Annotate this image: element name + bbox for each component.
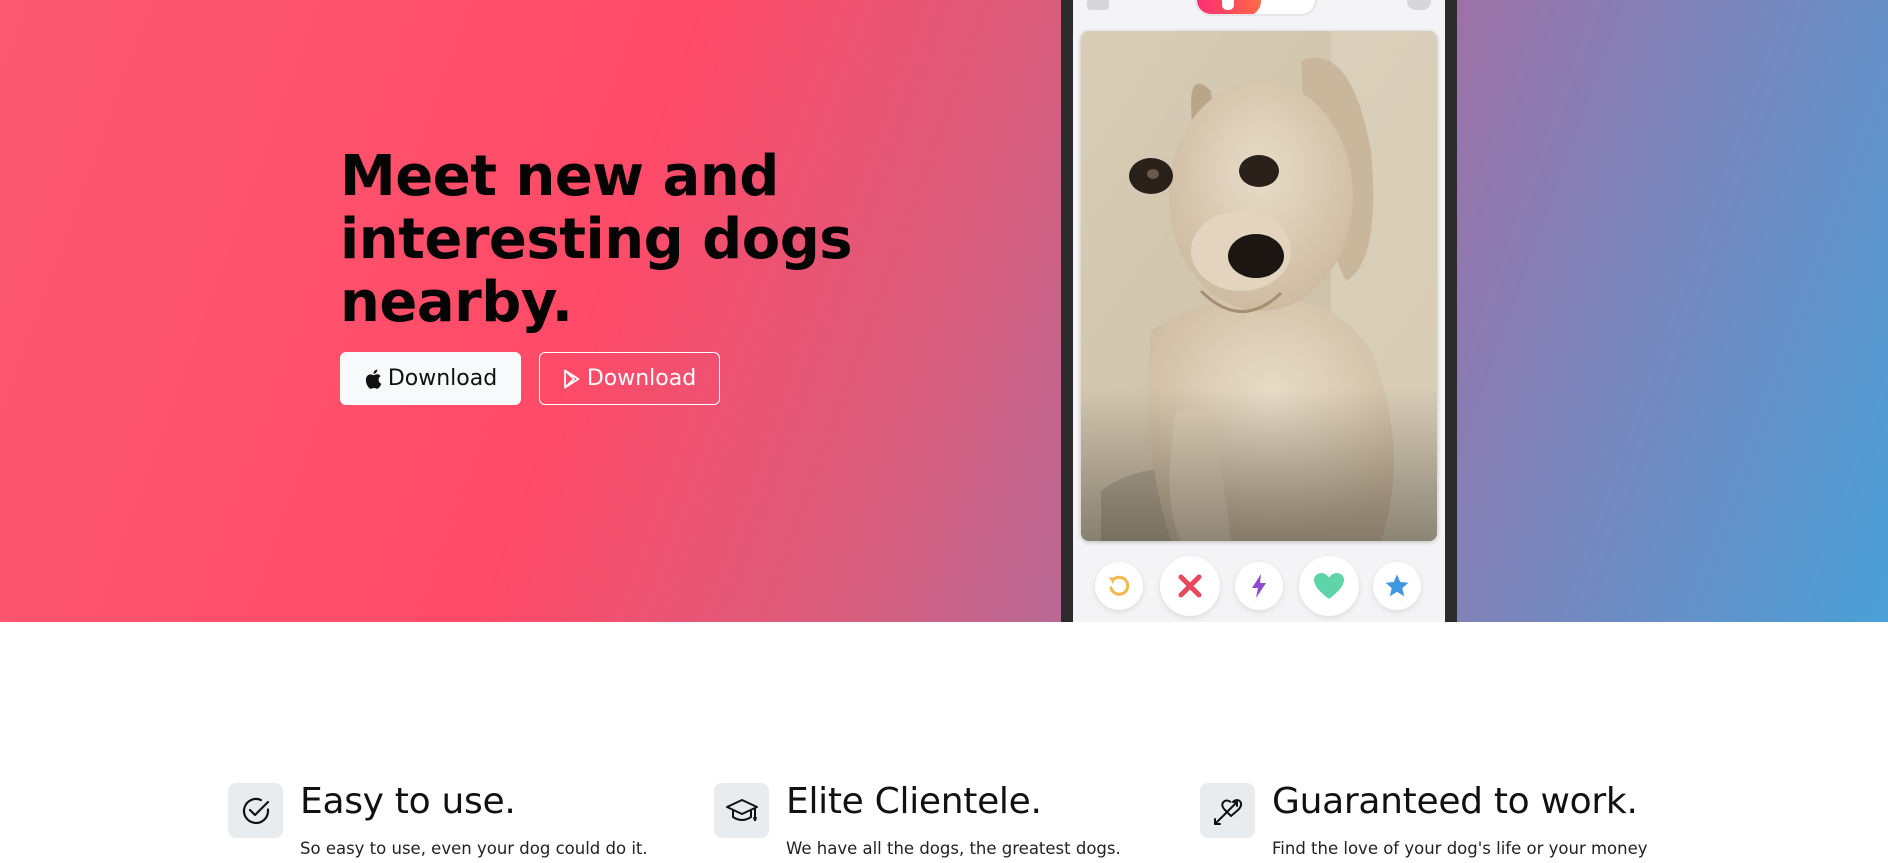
arrow-heart-icon xyxy=(1200,783,1255,838)
feature-description: We have all the dogs, the greatest dogs. xyxy=(786,839,1121,858)
google-play-button-label: Download xyxy=(586,366,697,391)
phone-mockup xyxy=(1061,0,1457,622)
feature-title: Guaranteed to work. xyxy=(1272,781,1638,822)
like-button[interactable] xyxy=(1299,556,1359,616)
app-store-button-label: Download xyxy=(387,366,498,391)
x-icon xyxy=(1178,574,1202,598)
google-play-download-button[interactable]: Download xyxy=(539,352,720,405)
app-store-download-button[interactable]: Download xyxy=(340,352,521,405)
phone-screen xyxy=(1073,0,1445,622)
app-top-bar xyxy=(1073,0,1445,16)
lightning-icon xyxy=(1252,574,1266,598)
rewind-icon xyxy=(1109,575,1130,596)
flame-paw-toggle[interactable] xyxy=(1195,0,1317,16)
feature-title: Elite Clientele. xyxy=(786,781,1042,822)
feature-description: So easy to use, even your dog could do i… xyxy=(300,839,648,858)
profile-icon[interactable] xyxy=(1087,0,1109,10)
google-play-icon xyxy=(563,369,581,389)
feature-description: Find the love of your dog's life or your… xyxy=(1272,839,1648,858)
super-like-button[interactable] xyxy=(1373,562,1421,610)
star-icon xyxy=(1385,574,1409,597)
hero-headline: Meet new and interesting dogs nearby. xyxy=(340,144,853,335)
flame-icon xyxy=(1222,0,1234,10)
apple-icon xyxy=(364,369,382,389)
chat-icon[interactable] xyxy=(1407,0,1431,10)
swipe-actions-bar xyxy=(1073,554,1445,618)
rewind-button[interactable] xyxy=(1095,562,1143,610)
check-circle-icon xyxy=(228,783,283,838)
dog-profile-photo[interactable] xyxy=(1081,31,1437,541)
nope-button[interactable] xyxy=(1160,556,1220,616)
heart-icon xyxy=(1314,573,1344,599)
hero-section: Meet new and interesting dogs nearby. Do… xyxy=(0,0,1888,622)
boost-button[interactable] xyxy=(1235,562,1283,610)
mortarboard-icon xyxy=(714,783,769,838)
feature-title: Easy to use. xyxy=(300,781,516,822)
